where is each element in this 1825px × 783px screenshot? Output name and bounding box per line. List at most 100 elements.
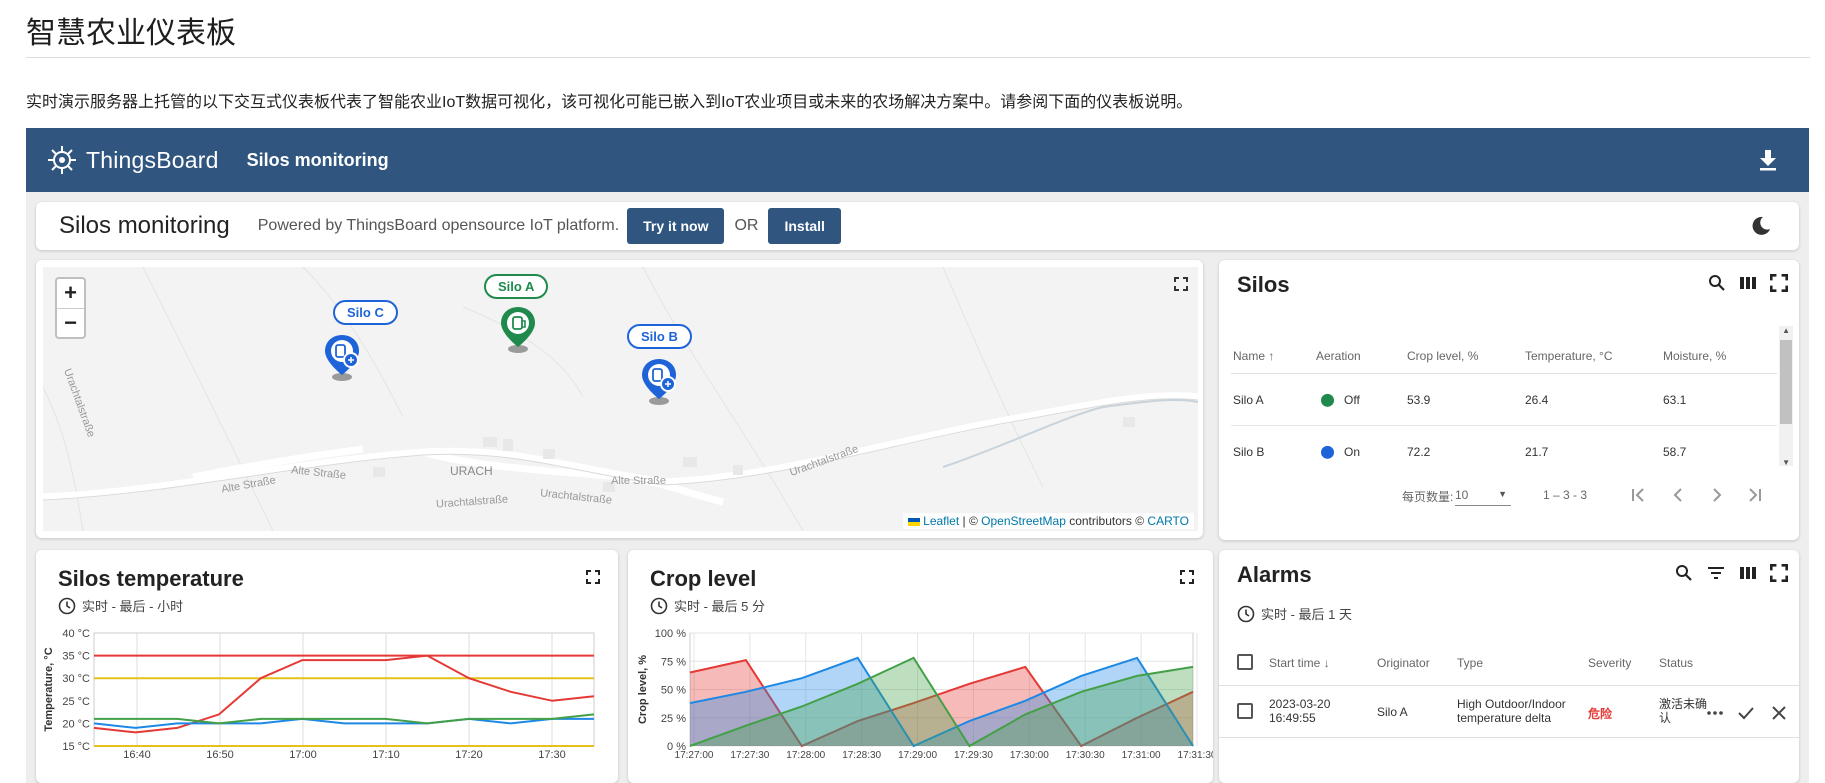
silo-b-marker-icon[interactable] [639,357,681,407]
more-options-icon[interactable] [1706,704,1724,722]
fullscreen-icon[interactable] [1770,274,1788,292]
row-checkbox[interactable] [1237,703,1253,719]
column-header-name[interactable]: Name ↑ [1233,349,1274,363]
first-page-icon[interactable] [1629,486,1647,504]
scroll-down-arrow-icon[interactable]: ▼ [1782,458,1790,467]
page-size-label: 每页数量: [1402,490,1454,504]
previous-page-icon[interactable] [1669,486,1687,504]
cell-aeration: On [1321,445,1360,460]
y-axis-label: Temperature, °C [43,647,55,731]
silos-table-widget: Silos Name ↑ Aeration Crop level, % Temp… [1219,260,1799,540]
crop-level-timewindow[interactable]: 实时 - 最后 5 分 [650,596,765,615]
alarms-timewindow[interactable]: 实时 - 最后 1 天 [1237,604,1352,623]
y-tick-label: 75 % [661,656,686,668]
search-icon[interactable] [1708,274,1726,292]
openstreetmap-link[interactable]: OpenStreetMap [981,514,1066,528]
cell-temperature: 26.4 [1525,392,1549,407]
x-tick-label: 17:28:00 [786,750,825,761]
marker-label-silo-a[interactable]: Silo A [484,274,549,299]
table-row[interactable]: 2023-03-20 16:49:55 Silo A High Outdoor/I… [1219,686,1799,738]
temperature-timewindow[interactable]: 实时 - 最后 - 小时 [58,596,183,615]
column-header-aeration[interactable]: Aeration [1316,349,1361,363]
fullscreen-icon[interactable] [1770,564,1788,582]
page-range: 1 – 3 - 3 [1543,488,1588,502]
fullscreen-icon[interactable] [1180,570,1194,584]
status-dot [1321,393,1334,407]
scrollbar-thumb[interactable] [1780,340,1792,424]
acknowledge-check-icon[interactable] [1737,704,1755,722]
page-title: 智慧农业仪表板 [26,17,236,50]
download-icon[interactable] [1757,148,1779,172]
fullscreen-icon[interactable] [586,570,600,584]
crop-level-widget: Crop level 实时 - 最后 5 分 100 % 75 % 50 % 25 %… [628,550,1213,783]
table-row[interactable]: Silo B On 72.2 21.7 58.7 [1231,426,1777,466]
cell-moisture: 58.7 [1663,445,1687,459]
cell-crop-level: 72.2 [1407,445,1431,459]
carto-link[interactable]: CARTO [1147,514,1189,528]
dashboard-frame: ThingsBoard Silos monitoring Silos monit… [26,128,1809,783]
column-header-crop-level[interactable]: Crop level, % [1407,349,1478,363]
leaflet-link[interactable]: Leaflet [923,514,959,528]
crop-level-area-chart: 100 %75 %50 %25 %0 %17:27:00 17:27:30 17:2… [637,628,1213,761]
silo-c-marker-icon[interactable] [322,333,364,383]
alarm-originator: Silo A [1377,705,1408,719]
clock-icon [650,597,668,614]
filter-icon[interactable] [1707,564,1725,582]
y-tick-label: 35 °C [62,651,90,663]
x-tick-label: 17:30:30 [1066,750,1105,761]
map-place-urach: URACH [450,464,493,478]
silos-temperature-widget: Silos temperature 实时 - 最后 - 小时 16:40 16:5… [36,550,618,783]
y-tick-label: 15 °C [62,741,90,753]
marker-label-silo-c[interactable]: Silo C [333,300,398,325]
columns-icon[interactable] [1739,564,1757,582]
clock-icon [58,597,76,614]
zoom-in-button[interactable]: + [57,279,84,308]
ukraine-flag-icon [908,517,921,526]
x-tick-label: 17:28:30 [842,750,881,761]
thingsboard-logo[interactable]: ThingsBoard [44,142,219,178]
cell-crop-level: 53.9 [1407,392,1431,407]
column-header-start-time[interactable]: Start time ↓ [1269,656,1330,670]
column-header-severity[interactable]: Severity [1588,656,1631,670]
x-tick-label: 17:27:30 [730,750,769,761]
column-header-temperature[interactable]: Temperature, °C [1525,349,1613,363]
dropdown-arrow-icon: ▼ [1498,489,1507,499]
columns-icon[interactable] [1739,274,1757,292]
column-header-type[interactable]: Type [1457,656,1483,670]
install-button[interactable]: Install [768,208,841,244]
fullscreen-icon[interactable] [1174,277,1188,291]
dashboard-title: Silos monitoring [246,149,389,170]
next-page-icon[interactable] [1708,486,1726,504]
map-canvas[interactable]: URACH Urachtalstraße Urachtalstraße Alte… [43,267,1198,531]
page-size-select[interactable]: 10 ▼ [1455,484,1511,506]
y-tick-label: 100 % [655,628,686,640]
column-header-moisture[interactable]: Moisture, % [1663,349,1726,363]
y-tick-label: 30 °C [62,673,90,685]
thingsboard-logo-text: ThingsBoard [86,146,219,173]
x-tick-label: 17:31:30 [1178,750,1213,761]
column-header-originator[interactable]: Originator [1377,656,1430,670]
search-icon[interactable] [1675,564,1693,582]
scroll-up-arrow-icon[interactable]: ▲ [1782,326,1790,335]
select-all-checkbox[interactable] [1237,654,1253,670]
clear-alarm-close-icon[interactable] [1770,704,1788,722]
intro-toolbar-card: Silos monitoring Powered by ThingsBoard … [36,202,1799,250]
dark-mode-moon-icon[interactable] [1751,216,1771,236]
table-row[interactable]: Silo A Off 53.9 26.4 63.1 [1231,374,1777,426]
y-axis-label: Crop level, % [637,655,649,724]
silo-a-marker-icon[interactable] [498,305,538,355]
try-it-now-button[interactable]: Try it now [627,208,725,244]
last-page-icon[interactable] [1746,486,1764,504]
x-tick-label: 17:30 [538,749,566,761]
cell-moisture: 63.1 [1663,392,1687,407]
alarm-start-time: 2023-03-20 16:49:55 [1269,697,1331,725]
zoom-out-button[interactable]: − [57,308,84,337]
series-line [93,654,595,734]
silos-table-title: Silos [1237,272,1290,297]
silos-table-header: Name ↑ Aeration Crop level, % Temperatur… [1231,338,1777,374]
alarm-type: High Outdoor/Indoor temperature delta [1457,697,1566,725]
marker-label-silo-b[interactable]: Silo B [627,324,692,349]
y-tick-label: 50 % [661,685,686,697]
column-header-status[interactable]: Status [1659,656,1693,670]
x-tick-label: 16:40 [123,749,151,761]
